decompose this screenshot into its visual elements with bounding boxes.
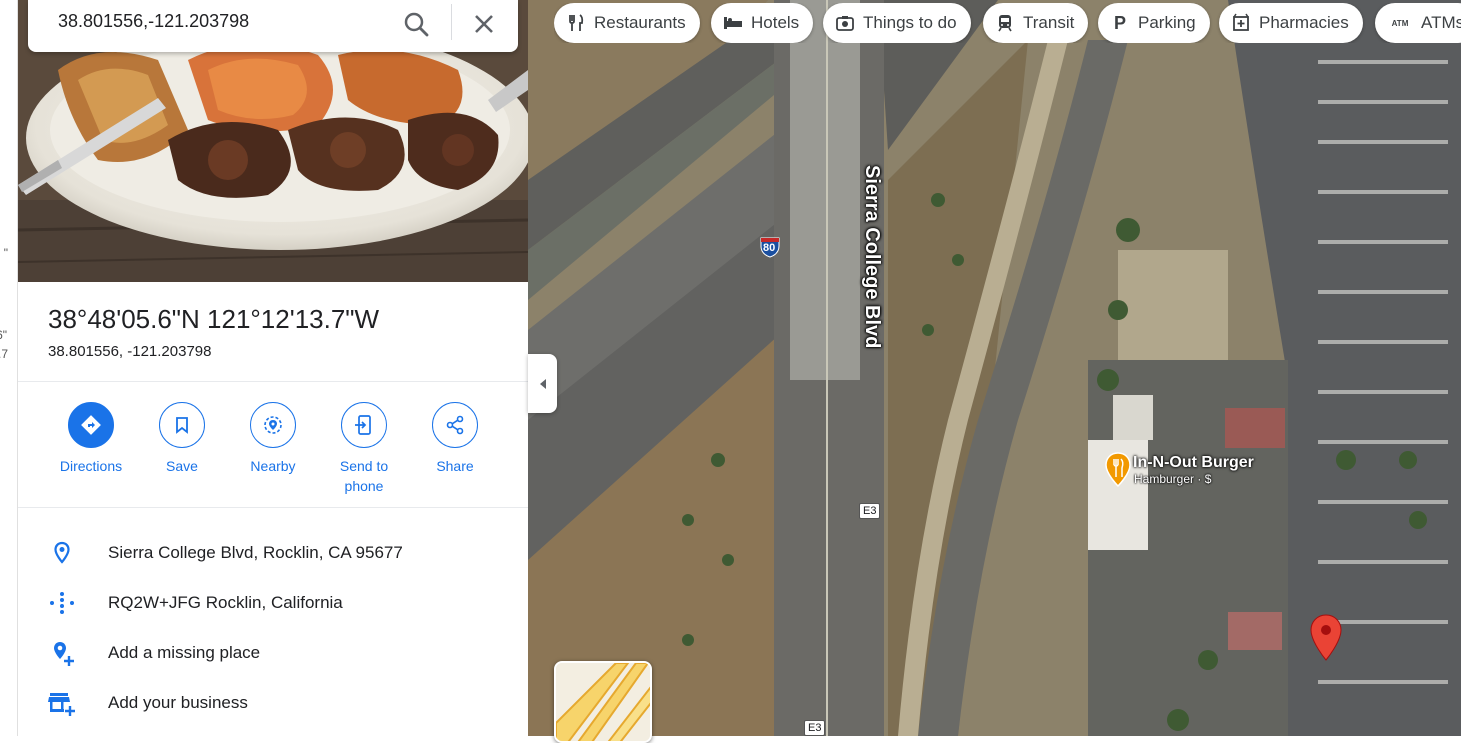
send-to-phone-icon bbox=[341, 402, 387, 448]
divider bbox=[18, 381, 528, 382]
clipped-text: " bbox=[3, 246, 8, 260]
chip-label: Restaurants bbox=[594, 13, 686, 32]
send-to-phone-button[interactable]: Send to phone bbox=[319, 402, 409, 496]
poi-category: Hamburger · $ bbox=[1134, 472, 1212, 486]
address-text: Sierra College Blvd, Rocklin, CA 95677 bbox=[108, 543, 403, 562]
chip-label: Things to do bbox=[863, 13, 957, 32]
clipped-text: 6" bbox=[0, 328, 7, 342]
chip-label: Parking bbox=[1138, 13, 1196, 32]
chip-things-to-do[interactable]: Things to do bbox=[823, 3, 971, 43]
add-business-text: Add your business bbox=[108, 693, 248, 712]
chip-label: Transit bbox=[1023, 13, 1075, 32]
add-missing-place-row[interactable]: Add a missing place bbox=[18, 631, 528, 675]
caret-left-icon bbox=[539, 378, 546, 389]
save-label: Save bbox=[166, 458, 198, 474]
nearby-icon bbox=[250, 402, 296, 448]
page-title: 38°48'05.6"N 121°12'13.7"W bbox=[48, 304, 380, 334]
search-icon[interactable] bbox=[402, 10, 432, 40]
restaurant-pin-icon bbox=[1105, 452, 1131, 488]
chip-label: Hotels bbox=[751, 13, 800, 32]
plus-code-icon bbox=[48, 589, 76, 617]
poi-name[interactable]: In-N-Out Burger bbox=[1133, 454, 1254, 472]
chip-parking[interactable]: P Parking bbox=[1098, 3, 1210, 43]
fork-knife-icon bbox=[566, 13, 586, 33]
bed-icon bbox=[723, 13, 743, 33]
location-pin-icon bbox=[48, 539, 76, 567]
chip-restaurants[interactable]: Restaurants bbox=[554, 3, 700, 43]
pharmacy-icon bbox=[1231, 13, 1251, 33]
directions-label: Directions bbox=[59, 458, 123, 474]
directions-button[interactable]: Directions bbox=[46, 402, 136, 476]
divider bbox=[18, 507, 528, 508]
in-n-out-burger-marker[interactable] bbox=[1104, 452, 1132, 493]
chip-transit[interactable]: Transit bbox=[983, 3, 1089, 43]
chip-pharmacies[interactable]: Pharmacies bbox=[1219, 3, 1363, 43]
chip-hotels[interactable]: Hotels bbox=[711, 3, 814, 43]
clipped-previous-panel: " 6" .7 bbox=[0, 0, 18, 736]
add-business-row[interactable]: Add your business bbox=[18, 681, 528, 725]
atm-icon: ATM bbox=[1391, 18, 1409, 28]
bookmark-icon bbox=[159, 402, 205, 448]
save-button[interactable]: Save bbox=[137, 402, 227, 476]
share-button[interactable]: Share bbox=[410, 402, 500, 476]
address-row[interactable]: Sierra College Blvd, Rocklin, CA 95677 bbox=[18, 531, 528, 575]
category-chips: Restaurants Hotels Things to do Transit … bbox=[554, 3, 1461, 43]
map-layer-thumbnail-icon bbox=[556, 663, 650, 741]
decimal-coordinates: 38.801556, -121.203798 bbox=[48, 343, 212, 360]
add-business-icon bbox=[48, 689, 76, 717]
plus-code-row[interactable]: RQ2W+JFG Rocklin, California bbox=[18, 581, 528, 625]
search-input[interactable] bbox=[58, 11, 388, 32]
add-place-icon bbox=[48, 639, 76, 667]
search-divider bbox=[451, 4, 452, 40]
search-box bbox=[28, 0, 518, 52]
share-icon bbox=[432, 402, 478, 448]
train-icon bbox=[995, 13, 1015, 33]
add-missing-place-text: Add a missing place bbox=[108, 643, 261, 662]
nearby-label: Nearby bbox=[250, 458, 296, 474]
chip-label: ATMs bbox=[1421, 13, 1461, 32]
action-buttons: Directions Save Nearby Send to phone Sha… bbox=[18, 402, 528, 502]
parking-icon: P bbox=[1113, 12, 1126, 33]
nearby-button[interactable]: Nearby bbox=[228, 402, 318, 476]
directions-icon bbox=[68, 402, 114, 448]
county-route-label: E3 bbox=[859, 503, 881, 519]
interstate-number: 80 bbox=[763, 242, 776, 254]
chip-atms[interactable]: ATM ATMs bbox=[1375, 3, 1461, 43]
road-label-sierra-college-blvd: Sierra College Blvd bbox=[861, 165, 883, 349]
plus-code-text: RQ2W+JFG Rocklin, California bbox=[108, 593, 343, 612]
camera-icon bbox=[835, 13, 855, 33]
county-route-label: E3 bbox=[804, 720, 826, 736]
dropped-pin-icon[interactable] bbox=[1309, 614, 1343, 667]
place-side-panel: 38°48'05.6"N 121°12'13.7"W 38.801556, -1… bbox=[18, 0, 528, 736]
clipped-text: .7 bbox=[0, 347, 8, 361]
chip-label: Pharmacies bbox=[1259, 13, 1349, 32]
close-icon[interactable] bbox=[468, 8, 500, 40]
share-label: Share bbox=[436, 458, 474, 474]
interstate-shield-icon: 80 bbox=[760, 236, 780, 258]
collapse-panel-button[interactable] bbox=[528, 354, 557, 413]
send-to-phone-label: Send to phone bbox=[339, 458, 389, 494]
layers-toggle-button[interactable] bbox=[554, 661, 652, 743]
